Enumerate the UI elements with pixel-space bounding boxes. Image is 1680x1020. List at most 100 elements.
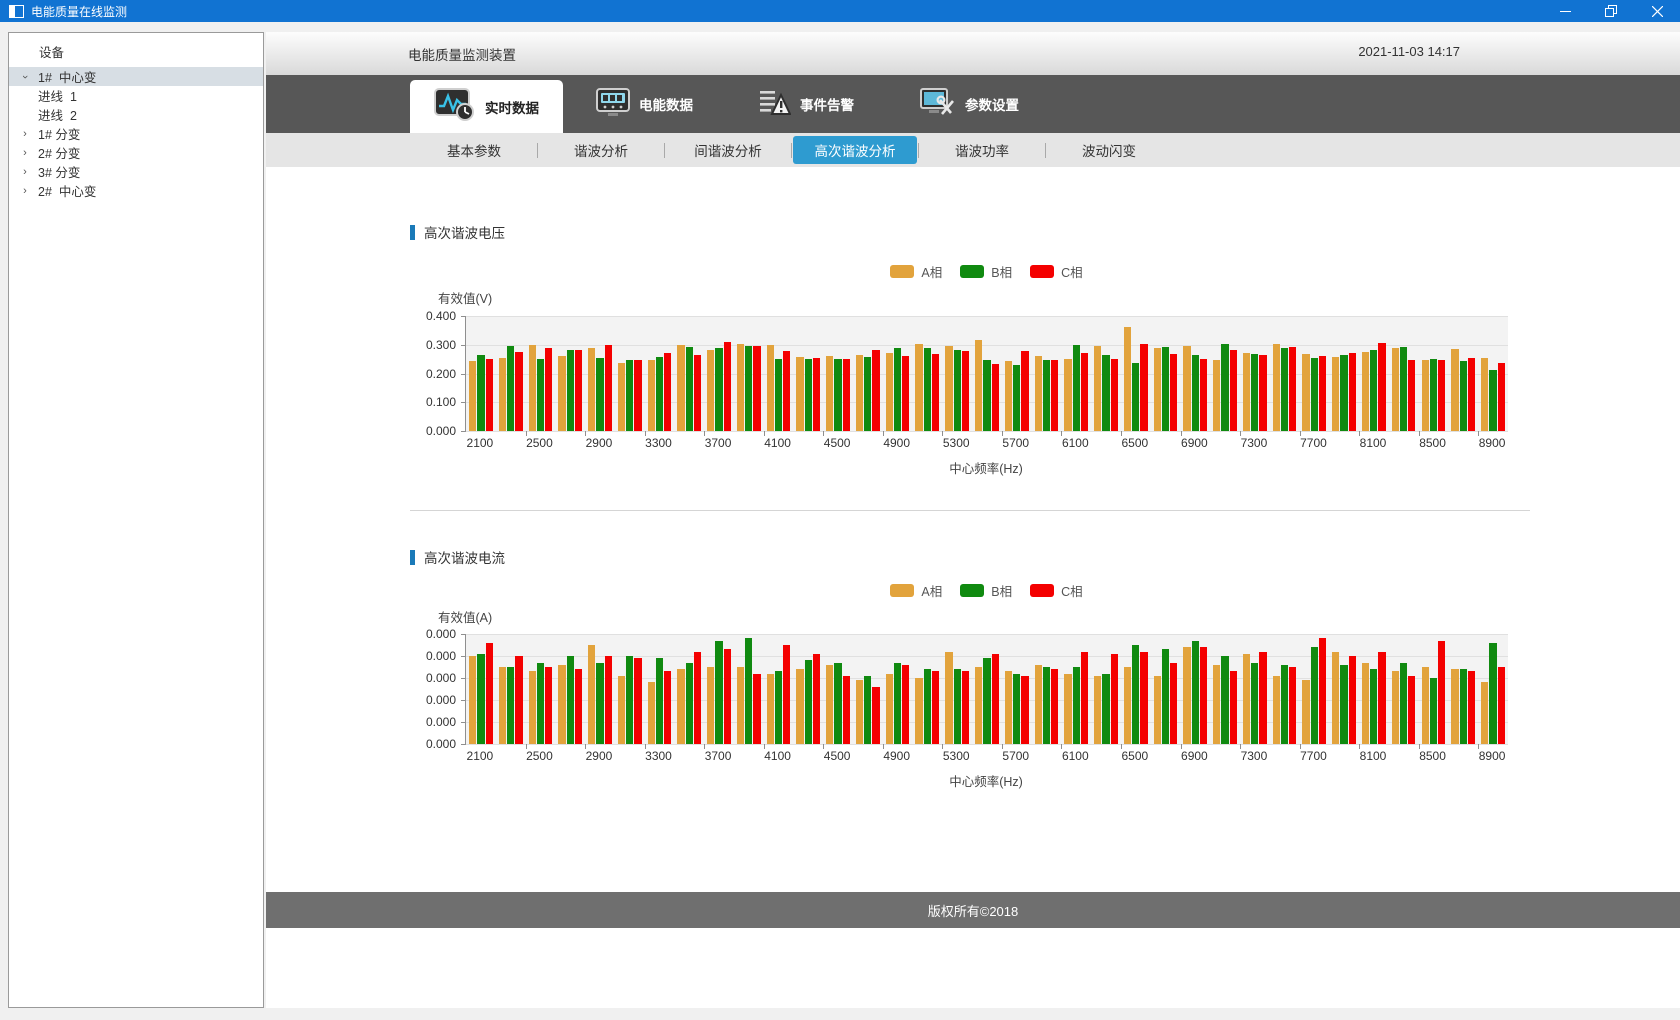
- bar-group-3500: [674, 316, 704, 431]
- bar-group-2100: [466, 634, 496, 744]
- bar-A相-4300: [796, 669, 803, 744]
- chevron-down-icon[interactable]: ›: [19, 70, 31, 84]
- x-tick-label: 8100: [1360, 436, 1387, 450]
- subtab-separator: [664, 143, 665, 158]
- bar-C相-2500: [545, 667, 552, 744]
- gridline: [466, 431, 1508, 432]
- bar-B相-6300: [1102, 355, 1109, 431]
- bar-B相-3100: [626, 360, 633, 431]
- x-tick-label: 6500: [1121, 436, 1148, 450]
- bar-C相-3700: [724, 342, 731, 431]
- x-tick-label: 4900: [883, 436, 910, 450]
- tree-item-label: 3# 分变: [38, 162, 80, 181]
- legend-item-C相[interactable]: C相: [1030, 581, 1083, 600]
- bar-B相-4500: [834, 663, 841, 744]
- voltage-y-axis-title: 有效值(V): [438, 288, 492, 307]
- subtab-2[interactable]: 间谐波分析: [666, 136, 790, 164]
- bar-A相-5900: [1035, 356, 1042, 431]
- bar-B相-7300: [1251, 663, 1258, 744]
- chevron-right-icon[interactable]: ›: [18, 128, 32, 140]
- bar-B相-3100: [626, 656, 633, 744]
- x-tick-label: 3700: [705, 436, 732, 450]
- tree-item-5[interactable]: › 3# 分变: [9, 162, 263, 181]
- tree-item-6[interactable]: › 2# 中心变: [9, 181, 263, 200]
- restore-button[interactable]: [1588, 0, 1634, 22]
- bar-group-4100: [764, 316, 794, 431]
- tree-item-2[interactable]: 进线 2: [9, 105, 263, 124]
- x-tick-label: 2100: [467, 749, 494, 763]
- legend-item-C相[interactable]: C相: [1030, 262, 1083, 281]
- tree-item-3[interactable]: ›1# 分变: [9, 124, 263, 143]
- legend-item-B相[interactable]: B相: [960, 581, 1012, 600]
- bar-group-7300: [1240, 634, 1270, 744]
- legend-item-B相[interactable]: B相: [960, 262, 1012, 281]
- minimize-button[interactable]: [1542, 0, 1588, 22]
- bar-group-3100: [615, 316, 645, 431]
- current-section-title: 高次谐波电流: [410, 547, 505, 567]
- bar-group-4700: [853, 634, 883, 744]
- bar-A相-4500: [826, 665, 833, 744]
- tab-2[interactable]: 事件告警: [759, 88, 854, 121]
- subtab-1[interactable]: 谐波分析: [539, 136, 663, 164]
- tree-item-0[interactable]: › 1# 中心变: [9, 67, 263, 86]
- bar-C相-5900: [1051, 669, 1058, 744]
- bar-B相-4900: [894, 663, 901, 744]
- tree-item-label: 2# 中心变: [38, 181, 96, 200]
- bar-A相-7900: [1332, 357, 1339, 431]
- tree-item-4[interactable]: ›2# 分变: [9, 143, 263, 162]
- bar-A相-3900: [737, 667, 744, 744]
- bar-group-3100: [615, 634, 645, 744]
- bar-B相-4100: [775, 671, 782, 744]
- subtab-separator: [1045, 143, 1046, 158]
- bar-group-7900: [1329, 316, 1359, 431]
- bar-A相-6500: [1124, 667, 1131, 744]
- tab-realtime-data[interactable]: 实时数据: [410, 80, 563, 133]
- tree-item-label: 1# 中心变: [38, 67, 96, 86]
- x-tick-label: 5700: [1002, 749, 1029, 763]
- bar-A相-2900: [588, 645, 595, 744]
- bar-A相-7300: [1243, 353, 1250, 431]
- subtab-0[interactable]: 基本参数: [412, 136, 536, 164]
- bar-B相-7100: [1221, 656, 1228, 744]
- legend-item-A相[interactable]: A相: [890, 262, 942, 281]
- chevron-right-icon[interactable]: ›: [18, 166, 32, 178]
- y-tick-label: 0.300: [426, 338, 456, 352]
- bar-C相-6500: [1140, 652, 1147, 744]
- tab-1[interactable]: 电能数据: [596, 88, 693, 121]
- subtab-4[interactable]: 谐波功率: [920, 136, 1044, 164]
- bar-A相-3100: [618, 363, 625, 431]
- subtab-3[interactable]: 高次谐波分析: [793, 136, 917, 164]
- app-icon: [9, 5, 24, 18]
- bar-C相-3500: [694, 652, 701, 744]
- bar-C相-8500: [1438, 360, 1445, 431]
- close-button[interactable]: [1634, 0, 1680, 22]
- bar-A相-3300: [648, 360, 655, 431]
- bar-group-3700: [704, 316, 734, 431]
- window-controls: [1542, 0, 1680, 22]
- tree-item-1[interactable]: 进线 1: [9, 86, 263, 105]
- x-tick-label: 5700: [1002, 436, 1029, 450]
- bar-A相-6700: [1154, 676, 1161, 744]
- bar-B相-8100: [1370, 669, 1377, 744]
- y-tick-label: 0.100: [426, 395, 456, 409]
- device-tree: ›1# 中心变进线 1进线 2›1# 分变›2# 分变›3# 分变›2# 中心变: [9, 67, 263, 200]
- bar-group-5500: [972, 316, 1002, 431]
- tab-3[interactable]: 参数设置: [920, 88, 1019, 121]
- legend-label: A相: [921, 581, 942, 600]
- chevron-right-icon[interactable]: ›: [18, 185, 32, 197]
- bar-C相-4300: [813, 654, 820, 744]
- chevron-right-icon[interactable]: ›: [18, 147, 32, 159]
- bar-B相-8500: [1430, 359, 1437, 431]
- tab-label: 参数设置: [965, 94, 1019, 114]
- bar-A相-4100: [767, 345, 774, 431]
- bar-B相-6700: [1162, 347, 1169, 431]
- bar-B相-8100: [1370, 350, 1377, 431]
- bar-C相-5700: [1021, 676, 1028, 744]
- bar-group-5700: [1002, 316, 1032, 431]
- bar-B相-7700: [1311, 647, 1318, 744]
- bar-A相-7100: [1213, 360, 1220, 431]
- bar-A相-3700: [707, 667, 714, 744]
- bar-group-7100: [1210, 316, 1240, 431]
- legend-item-A相[interactable]: A相: [890, 581, 942, 600]
- subtab-5[interactable]: 波动闪变: [1047, 136, 1171, 164]
